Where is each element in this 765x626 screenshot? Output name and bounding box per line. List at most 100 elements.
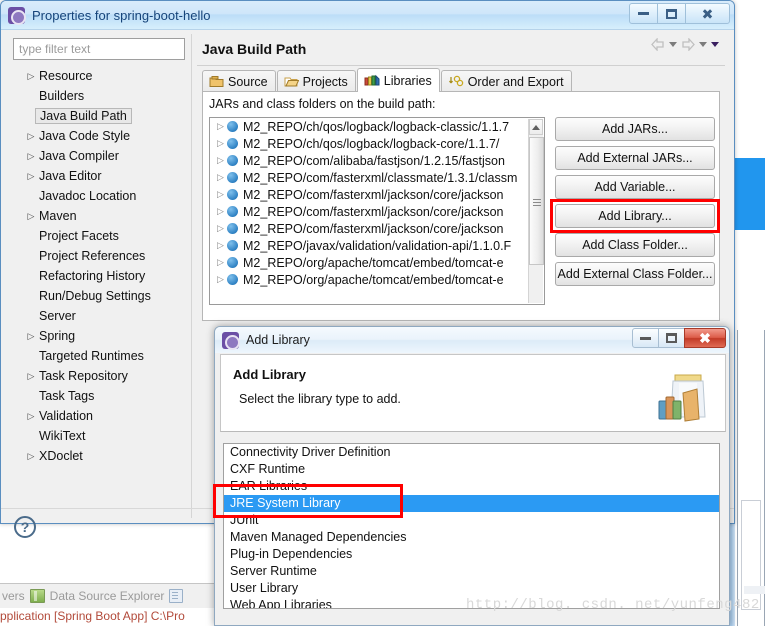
- tree-item-builders[interactable]: Builders: [13, 86, 185, 106]
- tree-item-spring[interactable]: ▷ Spring: [13, 326, 185, 346]
- build-path-tabs[interactable]: Source Projects Libraries Order and Expo…: [202, 68, 573, 92]
- minimize-button[interactable]: [629, 3, 658, 24]
- close-button[interactable]: ✖: [684, 328, 726, 348]
- add-external-jars-button[interactable]: Add External JARs...: [555, 146, 715, 170]
- chevron-right-icon[interactable]: ▷: [25, 371, 37, 382]
- tree-item-refactoring-history[interactable]: Refactoring History: [13, 266, 185, 286]
- minimize-icon: [638, 12, 649, 15]
- properties-category-tree[interactable]: ▷ Resource Builders Java Build Path ▷ Java…: [13, 66, 185, 510]
- jar-list-item[interactable]: ▷ M2_REPO/org/apache/tomcat/embed/tomcat-…: [210, 254, 544, 271]
- chevron-right-icon[interactable]: ▷: [25, 331, 37, 342]
- help-button[interactable]: ?: [14, 516, 36, 538]
- tree-item-project-facets[interactable]: Project Facets: [13, 226, 185, 246]
- tree-item-server[interactable]: Server: [13, 306, 185, 326]
- minimize-button[interactable]: [632, 328, 659, 348]
- library-type-item[interactable]: Server Runtime: [224, 563, 719, 580]
- chevron-right-icon[interactable]: ▷: [214, 138, 227, 149]
- scroll-up-button[interactable]: [529, 119, 543, 135]
- close-button[interactable]: ✖: [685, 3, 730, 24]
- tree-item-task-repository[interactable]: ▷ Task Repository: [13, 366, 185, 386]
- chevron-right-icon[interactable]: ▷: [214, 274, 227, 285]
- library-type-item[interactable]: Plug-in Dependencies: [224, 546, 719, 563]
- tree-item-validation[interactable]: ▷ Validation: [13, 406, 185, 426]
- maximize-button[interactable]: [657, 3, 686, 24]
- jar-list-item[interactable]: ▷ M2_REPO/com/fasterxml/jackson/core/jack…: [210, 186, 544, 203]
- menu-dropdown-icon[interactable]: [711, 42, 719, 47]
- tree-item-java-build-path[interactable]: Java Build Path: [13, 106, 185, 126]
- back-dropdown-icon[interactable]: [669, 42, 677, 47]
- page-navigation[interactable]: [651, 38, 719, 51]
- tree-item-resource[interactable]: ▷ Resource: [13, 66, 185, 86]
- library-type-item[interactable]: JUnit: [224, 512, 719, 529]
- forward-dropdown-icon[interactable]: [699, 42, 707, 47]
- view-tab-data-source-explorer[interactable]: Data Source Explorer: [50, 589, 165, 603]
- add-external-class-folder-button[interactable]: Add External Class Folder...: [555, 262, 715, 286]
- jar-list-item[interactable]: ▷ M2_REPO/javax/validation/validation-api…: [210, 237, 544, 254]
- chevron-right-icon[interactable]: ▷: [25, 151, 37, 162]
- chevron-right-icon[interactable]: ▷: [214, 257, 227, 268]
- jars-list-scrollbar[interactable]: [528, 119, 544, 303]
- jar-list-item[interactable]: ▷ M2_REPO/com/fasterxml/jackson/core/jack…: [210, 203, 544, 220]
- tree-item-wikitext[interactable]: WikiText: [13, 426, 185, 446]
- tree-item-java-editor[interactable]: ▷ Java Editor: [13, 166, 185, 186]
- add-jars-button[interactable]: Add JARs...: [555, 117, 715, 141]
- chevron-right-icon[interactable]: ▷: [214, 155, 227, 166]
- library-type-item-jre-system-library[interactable]: JRE System Library: [224, 495, 719, 512]
- tree-item-xdoclet[interactable]: ▷ XDoclet: [13, 446, 185, 466]
- tab-order-and-export[interactable]: Order and Export: [440, 70, 572, 92]
- chevron-right-icon[interactable]: ▷: [25, 171, 37, 182]
- jar-list-item[interactable]: ▷ M2_REPO/com/fasterxml/classmate/1.3.1/c…: [210, 169, 544, 186]
- tab-libraries[interactable]: Libraries: [356, 68, 440, 92]
- add-library-window-controls[interactable]: ✖: [632, 328, 726, 348]
- chevron-right-icon[interactable]: ▷: [214, 189, 227, 200]
- tree-item-targeted-runtimes[interactable]: Targeted Runtimes: [13, 346, 185, 366]
- back-arrow-icon[interactable]: [651, 38, 665, 51]
- tab-projects[interactable]: Projects: [276, 70, 356, 92]
- library-type-item[interactable]: CXF Runtime: [224, 461, 719, 478]
- add-variable-button[interactable]: Add Variable...: [555, 175, 715, 199]
- library-type-item[interactable]: Maven Managed Dependencies: [224, 529, 719, 546]
- properties-window-controls[interactable]: ✖: [629, 3, 730, 24]
- add-class-folder-button[interactable]: Add Class Folder...: [555, 233, 715, 257]
- chevron-right-icon[interactable]: ▷: [214, 121, 227, 132]
- tree-item-run-debug-settings[interactable]: Run/Debug Settings: [13, 286, 185, 306]
- libraries-books-icon: [364, 74, 380, 86]
- add-library-dialog[interactable]: Add Library ✖ Add Library Select the lib…: [213, 326, 730, 626]
- library-type-list[interactable]: Connectivity Driver Definition CXF Runti…: [223, 443, 720, 609]
- chevron-right-icon[interactable]: ▷: [214, 223, 227, 234]
- jars-list[interactable]: ▷ M2_REPO/ch/qos/logback/logback-classic/…: [209, 117, 545, 305]
- tree-item-maven[interactable]: ▷ Maven: [13, 206, 185, 226]
- chevron-right-icon[interactable]: ▷: [214, 172, 227, 183]
- library-type-item[interactable]: EAR Libraries: [224, 478, 719, 495]
- library-type-item[interactable]: Connectivity Driver Definition: [224, 444, 719, 461]
- add-library-titlebar[interactable]: Add Library ✖: [215, 327, 729, 353]
- jar-list-item[interactable]: ▷ M2_REPO/org/apache/tomcat/embed/tomcat-…: [210, 271, 544, 288]
- scrollbar-thumb[interactable]: [529, 137, 544, 265]
- library-type-item[interactable]: User Library: [224, 580, 719, 597]
- tab-source[interactable]: Source: [202, 70, 276, 92]
- jar-archive-icon: [227, 138, 238, 149]
- jar-list-item[interactable]: ▷ M2_REPO/ch/qos/logback/logback-core/1.1…: [210, 135, 544, 152]
- tree-item-label: Server: [39, 309, 76, 323]
- chevron-right-icon[interactable]: ▷: [214, 206, 227, 217]
- chevron-right-icon[interactable]: ▷: [25, 131, 37, 142]
- chevron-right-icon[interactable]: ▷: [25, 411, 37, 422]
- libraries-action-buttons[interactable]: Add JARs... Add External JARs... Add Var…: [550, 117, 720, 291]
- chevron-right-icon[interactable]: ▷: [214, 240, 227, 251]
- tree-item-java-compiler[interactable]: ▷ Java Compiler: [13, 146, 185, 166]
- tree-item-java-code-style[interactable]: ▷ Java Code Style: [13, 126, 185, 146]
- jar-list-item[interactable]: ▷ M2_REPO/com/alibaba/fastjson/1.2.15/fas…: [210, 152, 544, 169]
- add-library-button[interactable]: Add Library...: [555, 204, 715, 228]
- chevron-right-icon[interactable]: ▷: [25, 451, 37, 462]
- filter-input[interactable]: type filter text: [13, 38, 185, 60]
- forward-arrow-icon[interactable]: [681, 38, 695, 51]
- jar-list-item[interactable]: ▷ M2_REPO/com/fasterxml/jackson/core/jack…: [210, 220, 544, 237]
- maximize-button[interactable]: [658, 328, 685, 348]
- properties-titlebar[interactable]: Properties for spring-boot-hello ✖: [1, 1, 734, 30]
- chevron-right-icon[interactable]: ▷: [25, 211, 37, 222]
- chevron-right-icon[interactable]: ▷: [25, 71, 37, 82]
- tree-item-task-tags[interactable]: Task Tags: [13, 386, 185, 406]
- tree-item-project-references[interactable]: Project References: [13, 246, 185, 266]
- jar-list-item[interactable]: ▷ M2_REPO/ch/qos/logback/logback-classic/…: [210, 118, 544, 135]
- tree-item-javadoc-location[interactable]: Javadoc Location: [13, 186, 185, 206]
